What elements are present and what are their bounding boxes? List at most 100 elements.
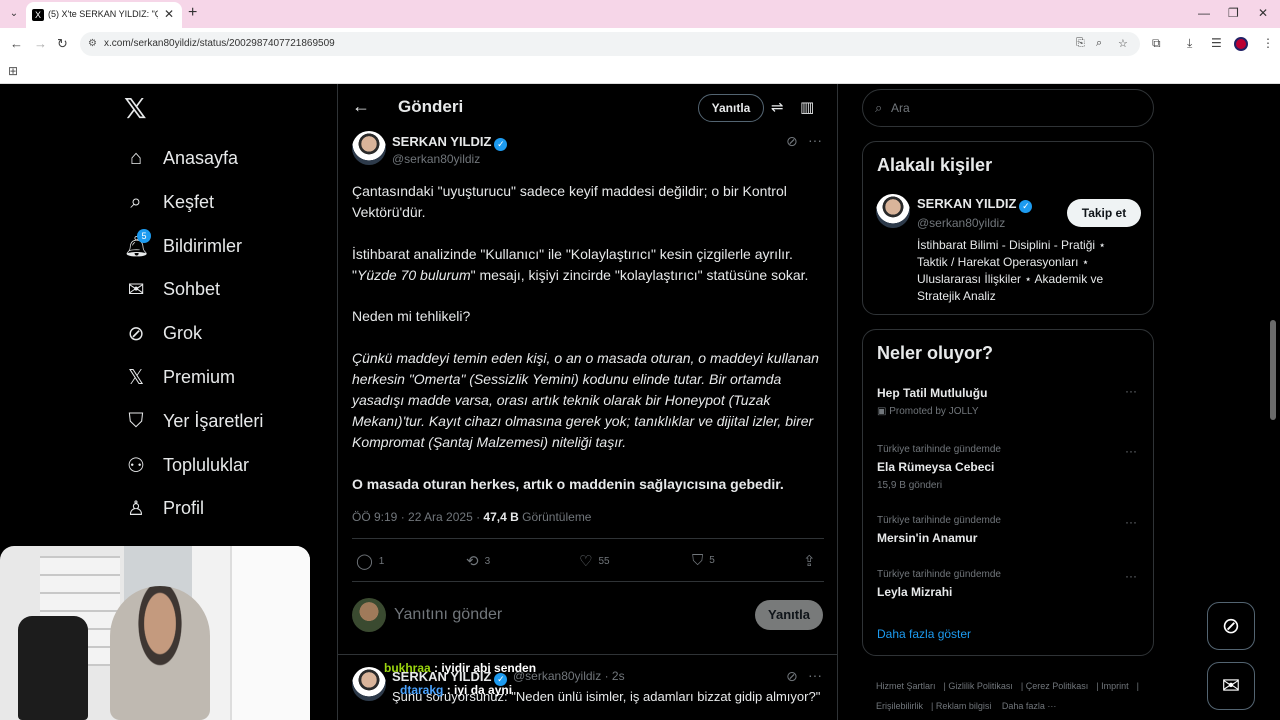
profile-avatar-icon[interactable] (1234, 37, 1248, 51)
sidebar-item-label: Topluluklar (163, 454, 250, 475)
sidebar-item-grok[interactable]: ⊘ Grok (124, 318, 202, 348)
trend-name[interactable]: Leyla Mizrahi (877, 585, 952, 599)
install-icon[interactable]: ⎘ (1076, 37, 1085, 50)
reply-icon: ◯ (356, 553, 373, 570)
like-count: 55 (598, 555, 610, 567)
footer-link[interactable]: Erişilebilirlik (876, 701, 923, 711)
sidebar-item-home[interactable]: ⌂ Anasayfa (124, 143, 238, 173)
post-time[interactable]: ÖÖ 9:19 · 22 Ara 2025 · (352, 510, 483, 524)
sidebar-item-label: Sohbet (163, 278, 221, 299)
sidebar-item-bookmarks[interactable]: ⛉ Yer İşaretleri (124, 406, 264, 436)
messages-fab-icon[interactable]: ✉ (1207, 662, 1255, 710)
browser-tabbar: ⌄ X (5) X'te SERKAN YILDIZ: "Çanta… ✕ + … (0, 0, 1280, 28)
home-icon: ⌂ (129, 146, 143, 169)
author-avatar[interactable] (352, 131, 386, 165)
like-action[interactable]: ♡ 55 (579, 552, 610, 570)
back-icon[interactable]: ← (10, 36, 23, 51)
more-icon[interactable]: ··· (808, 667, 822, 683)
grok-icon[interactable]: ⊘ (786, 668, 798, 685)
tab-list-icon[interactable]: ⌄ (6, 6, 22, 22)
trend-name[interactable]: Ela Rümeysa Cebeci (877, 460, 994, 474)
trend-more-icon[interactable]: ··· (1125, 444, 1137, 458)
verified-icon: ✓ (494, 138, 508, 151)
sidebar-item-label: Profil (163, 497, 205, 518)
scrollbar[interactable] (1270, 320, 1276, 420)
site-info-icon[interactable]: ⚙ (88, 38, 97, 49)
webcam-person (110, 586, 210, 720)
trend-name[interactable]: Mersin'in Anamur (877, 531, 977, 545)
related-handle[interactable]: @serkan80yildiz (917, 216, 1005, 230)
search-input[interactable]: ⌕ Ara (862, 89, 1154, 127)
apps-grid-icon[interactable]: ⊞ (8, 64, 18, 78)
sidebar-item-label: Yer İşaretleri (163, 410, 264, 431)
footer-link[interactable]: Reklam bilgisi (936, 701, 992, 711)
filter-icon[interactable]: ⇌ (771, 98, 784, 116)
divider (352, 581, 824, 582)
tab-title: (5) X'te SERKAN YILDIZ: "Çanta… (48, 9, 158, 19)
author-handle[interactable]: @serkan80yildiz (392, 152, 480, 166)
reading-list-icon[interactable]: ☰ (1211, 36, 1222, 50)
restore-icon[interactable]: ❐ (1228, 6, 1239, 20)
post-paragraph: İstihbarat analizinde "Kullanıcı" ile "K… (352, 244, 822, 286)
grok-fab-icon[interactable]: ⊘ (1207, 602, 1255, 650)
minimize-icon[interactable]: — (1198, 6, 1210, 20)
reply-input[interactable]: Yanıtını gönder (394, 606, 502, 624)
follow-button[interactable]: Takip et (1067, 199, 1141, 227)
sidebar-item-messages[interactable]: ✉ Sohbet (124, 274, 220, 304)
new-tab-icon[interactable]: + (188, 4, 197, 22)
author-name[interactable]: SERKAN YILDIZ ✓ (392, 134, 508, 151)
sidebar-item-communities[interactable]: ⚇ Topluluklar (124, 450, 249, 480)
star-icon[interactable]: ☆ (1118, 37, 1128, 50)
reload-icon[interactable]: ↻ (57, 36, 68, 52)
header-reply-button[interactable]: Yanıtla (698, 94, 764, 122)
footer-link[interactable]: Imprint (1101, 681, 1129, 691)
footer-link[interactable]: Çerez Politikası (1026, 681, 1089, 691)
search-placeholder: Ara (891, 101, 910, 115)
repost-icon: ⟲ (466, 553, 479, 570)
sidebar-item-label: Keşfet (163, 191, 215, 212)
verified-icon: ✓ (1019, 200, 1033, 213)
related-avatar[interactable] (876, 194, 910, 228)
related-name-text: SERKAN YILDIZ (917, 196, 1017, 211)
reader-icon[interactable]: ▥ (800, 98, 814, 116)
show-more-link[interactable]: Daha fazla göster (877, 627, 971, 641)
footer-link[interactable]: Daha fazla ··· (1002, 701, 1057, 711)
share-action[interactable]: ⇪ (803, 552, 822, 570)
grok-icon[interactable]: ⊘ (786, 133, 798, 150)
bookmark-action[interactable]: ⛉ 5 (692, 552, 715, 569)
menu-icon[interactable]: ⋮ (1262, 36, 1274, 50)
extensions-icon[interactable]: ⧉ (1152, 36, 1161, 51)
download-icon[interactable]: ⤓ (1187, 36, 1192, 51)
sidebar-item-label: Premium (163, 366, 236, 387)
trend-more-icon[interactable]: ··· (1125, 515, 1137, 529)
reply-author-avatar[interactable] (352, 667, 386, 701)
more-icon[interactable]: ··· (808, 132, 822, 148)
address-bar-row: ← → ↻ ⚙ x.com/serkan80yildiz/status/2002… (0, 28, 1280, 60)
search-icon: ⌕ (130, 190, 142, 213)
x-logo-icon[interactable]: 𝕏 (124, 92, 147, 125)
webcam-overlay (0, 546, 310, 720)
related-bio: İstihbarat Bilimi - Disiplini - Pratiği … (917, 238, 1106, 303)
close-window-icon[interactable]: ✕ (1258, 6, 1268, 20)
omnibox[interactable]: ⚙ x.com/serkan80yildiz/status/2002987407… (80, 32, 1140, 56)
trend-context: Türkiye tarihinde gündemde (877, 515, 1001, 526)
sidebar-item-explore[interactable]: ⌕ Keşfet (124, 187, 214, 217)
browser-tab[interactable]: X (5) X'te SERKAN YILDIZ: "Çanta… ✕ (26, 2, 182, 28)
sidebar-item-profile[interactable]: ♙ Profil (124, 493, 204, 523)
zoom-icon[interactable]: ⌕ (1096, 37, 1102, 50)
footer-link[interactable]: Gizlilik Politikası (948, 681, 1013, 691)
trend-name[interactable]: Hep Tatil Mutluluğu (877, 386, 987, 400)
reply-submit-button[interactable]: Yanıtla (755, 600, 823, 630)
related-name[interactable]: SERKAN YILDIZ ✓ (917, 196, 1033, 213)
back-arrow-icon[interactable]: ← (352, 96, 370, 117)
trend-more-icon[interactable]: ··· (1125, 384, 1137, 398)
trend-more-icon[interactable]: ··· (1125, 569, 1137, 583)
repost-action[interactable]: ⟲ 3 (466, 552, 490, 570)
sidebar-item-premium[interactable]: 𝕏 Premium (124, 362, 235, 392)
chat-message: dtarakg : iyi da ayni (400, 683, 512, 697)
close-tab-icon[interactable]: ✕ (164, 7, 174, 21)
forward-icon[interactable]: → (34, 36, 47, 51)
reply-action[interactable]: ◯ 1 (356, 552, 384, 570)
webcam-door (230, 546, 310, 720)
footer-link[interactable]: Hizmet Şartları (876, 681, 936, 691)
